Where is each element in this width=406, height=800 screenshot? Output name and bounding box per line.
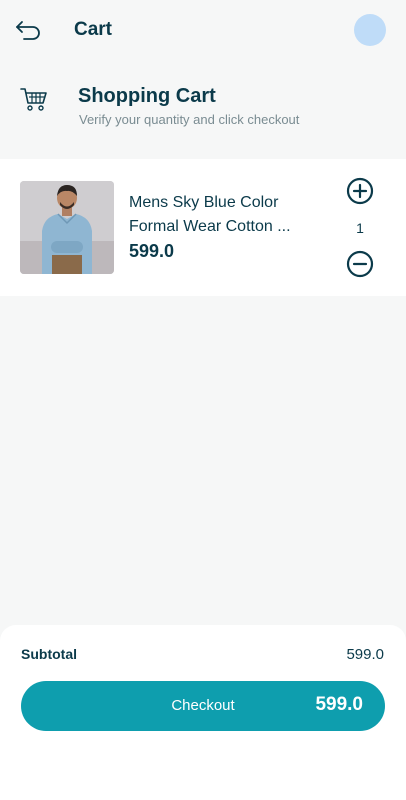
page-title: Cart xyxy=(74,19,113,40)
checkout-total: 599.0 xyxy=(315,694,363,715)
increase-quantity-button[interactable] xyxy=(346,177,374,205)
product-image[interactable] xyxy=(20,181,114,274)
product-price: 599.0 xyxy=(129,241,175,261)
avatar[interactable] xyxy=(354,14,386,46)
product-name-line: Mens Sky Blue Color xyxy=(129,194,279,211)
checkout-panel: Subtotal 599.0 Checkout 599.0 xyxy=(0,625,406,800)
quantity-value: 1 xyxy=(356,220,364,236)
product-name-line: Formal Wear Cotton ... xyxy=(129,218,291,235)
shopping-cart-icon xyxy=(20,88,47,111)
section-title: Shopping Cart xyxy=(78,85,216,107)
app-bar: Cart xyxy=(0,0,406,62)
subtotal-label: Subtotal xyxy=(21,646,77,662)
checkout-button[interactable]: Checkout 599.0 xyxy=(21,681,385,731)
section-subtitle: Verify your quantity and click checkout xyxy=(79,112,300,127)
subtotal-value: 599.0 xyxy=(346,646,384,663)
cart-item: Mens Sky Blue Color Formal Wear Cotton .… xyxy=(0,159,406,296)
product-photo-icon xyxy=(20,181,114,274)
back-arrow-icon[interactable] xyxy=(14,18,44,40)
decrease-quantity-button[interactable] xyxy=(346,250,374,278)
product-name[interactable]: Mens Sky Blue Color Formal Wear Cotton .… xyxy=(129,191,329,239)
